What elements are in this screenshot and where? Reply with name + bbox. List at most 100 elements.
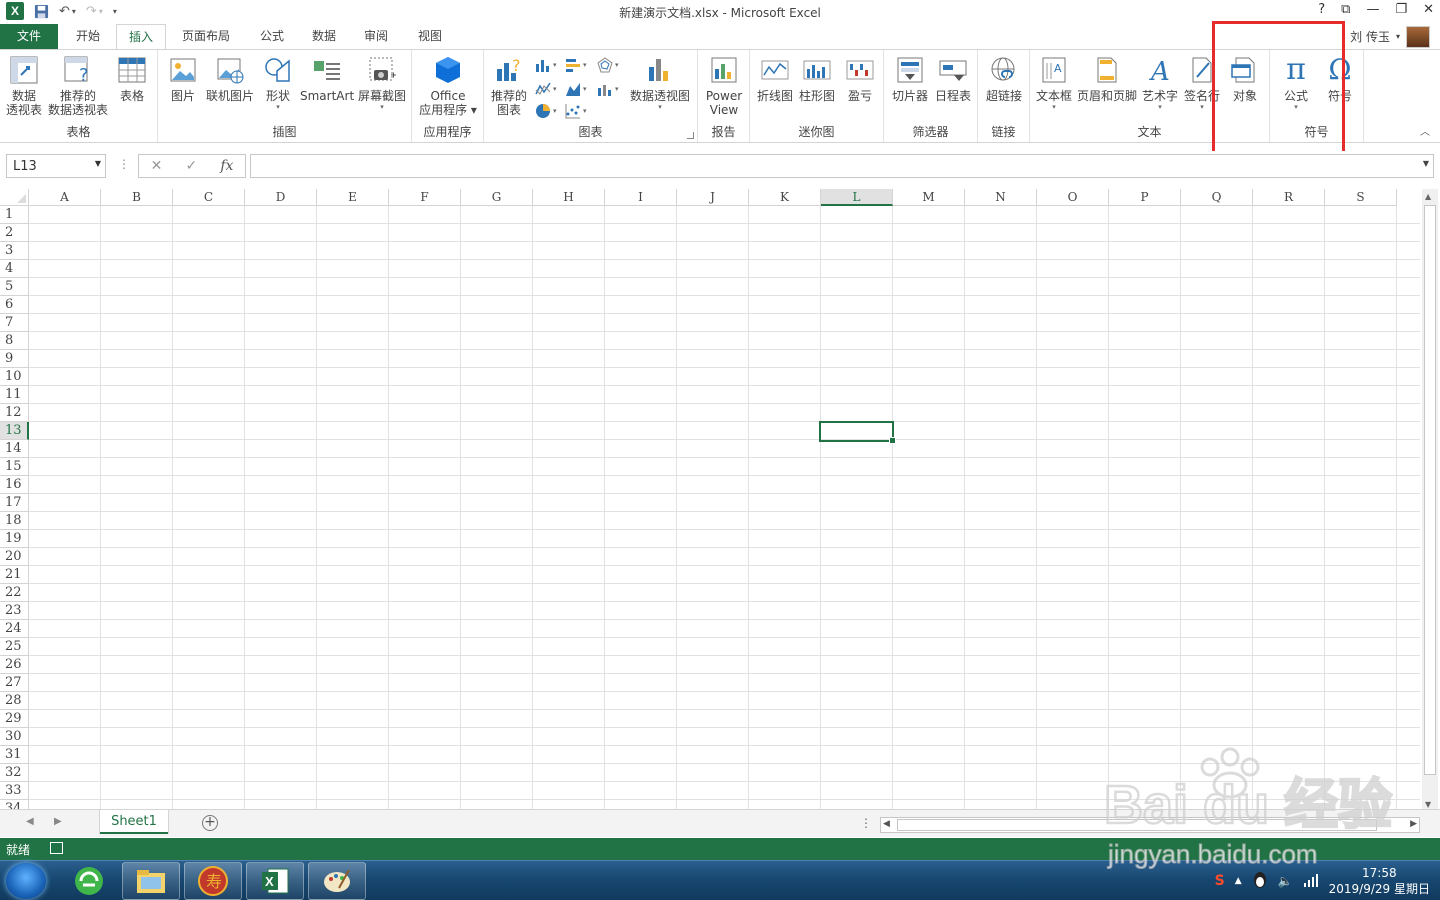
scroll-right-icon[interactable]: ▶ bbox=[1410, 819, 1417, 829]
table-button[interactable]: 表格 bbox=[112, 54, 152, 103]
column-header-r[interactable]: R bbox=[1253, 189, 1325, 206]
start-button[interactable] bbox=[6, 863, 46, 899]
column-header-e[interactable]: E bbox=[317, 189, 389, 206]
sparkline-line-button[interactable]: 折线图 bbox=[754, 54, 796, 103]
row-header-9[interactable]: 9 bbox=[0, 350, 29, 368]
row-header-29[interactable]: 29 bbox=[0, 710, 29, 728]
row-header-15[interactable]: 15 bbox=[0, 458, 29, 476]
tab-home[interactable]: 开始 bbox=[64, 24, 112, 49]
column-header-m[interactable]: M bbox=[893, 189, 965, 206]
sparkline-column-button[interactable]: 柱形图 bbox=[796, 54, 838, 103]
row-header-17[interactable]: 17 bbox=[0, 494, 29, 512]
close-button[interactable]: ✕ bbox=[1423, 2, 1434, 17]
ime-sogou-icon[interactable]: S bbox=[1215, 873, 1225, 889]
column-header-p[interactable]: P bbox=[1109, 189, 1181, 206]
pivottable-button[interactable]: 数据 透视表 bbox=[4, 54, 44, 117]
undo-icon[interactable]: ↶ ▾ bbox=[59, 4, 76, 19]
tab-split-handle[interactable]: ⋮ bbox=[860, 816, 872, 830]
column-header-n[interactable]: N bbox=[965, 189, 1037, 206]
row-header-23[interactable]: 23 bbox=[0, 602, 29, 620]
row-header-32[interactable]: 32 bbox=[0, 764, 29, 782]
taskbar-browser-icon[interactable] bbox=[60, 862, 118, 900]
vertical-scrollbar[interactable]: ▲ ▼ bbox=[1422, 189, 1438, 811]
column-header-q[interactable]: Q bbox=[1181, 189, 1253, 206]
ribbon-display-button[interactable]: ⧉ bbox=[1341, 2, 1350, 17]
sheet-prev-icon[interactable]: ◀ bbox=[26, 816, 34, 827]
textbox-button[interactable]: A 文本框 ▾ bbox=[1034, 54, 1074, 111]
add-sheet-icon[interactable]: + bbox=[202, 815, 218, 831]
row-header-3[interactable]: 3 bbox=[0, 242, 29, 260]
row-header-31[interactable]: 31 bbox=[0, 746, 29, 764]
picture-button[interactable]: 图片 bbox=[164, 54, 202, 103]
recommended-charts-button[interactable]: ? 推荐的 图表 bbox=[488, 54, 530, 117]
hyperlink-button[interactable]: 超链接 bbox=[982, 54, 1026, 103]
column-header-g[interactable]: G bbox=[461, 189, 533, 206]
column-header-k[interactable]: K bbox=[749, 189, 821, 206]
row-header-8[interactable]: 8 bbox=[0, 332, 29, 350]
smartart-button[interactable]: SmartArt bbox=[300, 54, 354, 103]
select-all-button[interactable] bbox=[0, 189, 29, 206]
redo-icon[interactable]: ↷ ▾ bbox=[86, 4, 103, 19]
row-header-16[interactable]: 16 bbox=[0, 476, 29, 494]
column-header-s[interactable]: S bbox=[1325, 189, 1397, 206]
row-header-34[interactable]: 34 bbox=[0, 800, 29, 809]
row-header-5[interactable]: 5 bbox=[0, 278, 29, 296]
pie-chart-button[interactable]: ▾ bbox=[534, 102, 557, 120]
scroll-down-icon[interactable]: ▼ bbox=[1425, 800, 1431, 809]
row-header-11[interactable]: 11 bbox=[0, 386, 29, 404]
header-footer-button[interactable]: 页眉和页脚 bbox=[1076, 54, 1138, 103]
taskbar-paint-icon[interactable] bbox=[308, 862, 366, 900]
bar-chart-button[interactable]: ▾ bbox=[564, 56, 587, 74]
radar-chart-button[interactable]: ▾ bbox=[596, 56, 619, 74]
row-header-28[interactable]: 28 bbox=[0, 692, 29, 710]
formula-input[interactable]: ▼ bbox=[250, 154, 1434, 178]
column-header-b[interactable]: B bbox=[101, 189, 173, 206]
minimize-button[interactable]: — bbox=[1366, 2, 1379, 17]
column-header-l[interactable]: L bbox=[821, 189, 893, 206]
row-header-22[interactable]: 22 bbox=[0, 584, 29, 602]
row-header-33[interactable]: 33 bbox=[0, 782, 29, 800]
row-header-10[interactable]: 10 bbox=[0, 368, 29, 386]
timeline-button[interactable]: 日程表 bbox=[932, 54, 974, 103]
row-header-2[interactable]: 2 bbox=[0, 224, 29, 242]
symbol-button[interactable]: Ω 符号 bbox=[1320, 54, 1360, 104]
row-header-24[interactable]: 24 bbox=[0, 620, 29, 638]
help-button[interactable]: ? bbox=[1318, 2, 1325, 17]
customize-qat-icon[interactable]: ▾ bbox=[113, 7, 117, 16]
slicer-button[interactable]: 切片器 bbox=[888, 54, 932, 103]
row-header-13[interactable]: 13 bbox=[0, 422, 29, 440]
tab-formulas[interactable]: 公式 bbox=[248, 24, 296, 49]
column-header-a[interactable]: A bbox=[29, 189, 101, 206]
vertical-scroll-thumb[interactable] bbox=[1424, 205, 1436, 775]
tray-expand-icon[interactable]: ▲ bbox=[1235, 876, 1242, 886]
tab-file[interactable]: 文件 bbox=[0, 24, 58, 49]
restore-button[interactable]: ❐ bbox=[1395, 2, 1407, 17]
taskbar-explorer-icon[interactable] bbox=[122, 862, 180, 900]
sheet-tab-sheet1[interactable]: Sheet1 bbox=[100, 810, 168, 834]
online-picture-button[interactable]: 联机图片 bbox=[204, 54, 256, 103]
row-header-4[interactable]: 4 bbox=[0, 260, 29, 278]
tab-review[interactable]: 审阅 bbox=[352, 24, 400, 49]
power-view-button[interactable]: Power View bbox=[702, 54, 746, 117]
expand-formula-bar-icon[interactable]: ▼ bbox=[1423, 159, 1429, 168]
insert-function-icon[interactable]: fx bbox=[220, 158, 233, 174]
cancel-icon[interactable]: ✕ bbox=[151, 158, 163, 174]
formula-bar-resize-handle[interactable]: ⋮ bbox=[118, 157, 130, 171]
sheet-next-icon[interactable]: ▶ bbox=[54, 816, 62, 827]
tab-view[interactable]: 视图 bbox=[406, 24, 454, 49]
horizontal-scrollbar[interactable]: ◀ ▶ bbox=[880, 817, 1420, 833]
row-header-12[interactable]: 12 bbox=[0, 404, 29, 422]
taskbar-app-icon[interactable]: 寿 bbox=[184, 862, 242, 900]
horizontal-scroll-thumb[interactable] bbox=[897, 819, 1377, 831]
scroll-up-icon[interactable]: ▲ bbox=[1425, 192, 1431, 201]
cell-area[interactable] bbox=[29, 206, 1420, 809]
combo-chart-button[interactable]: ▾ bbox=[596, 80, 619, 98]
row-header-25[interactable]: 25 bbox=[0, 638, 29, 656]
row-header-14[interactable]: 14 bbox=[0, 440, 29, 458]
column-header-i[interactable]: I bbox=[605, 189, 677, 206]
column-header-f[interactable]: F bbox=[389, 189, 461, 206]
row-header-1[interactable]: 1 bbox=[0, 206, 29, 224]
taskbar-clock[interactable]: 17:58 2019/9/29 星期日 bbox=[1329, 865, 1430, 897]
user-account[interactable]: 刘 传玉 ▾ bbox=[1350, 24, 1430, 49]
column-chart-button[interactable]: ▾ bbox=[534, 56, 557, 74]
